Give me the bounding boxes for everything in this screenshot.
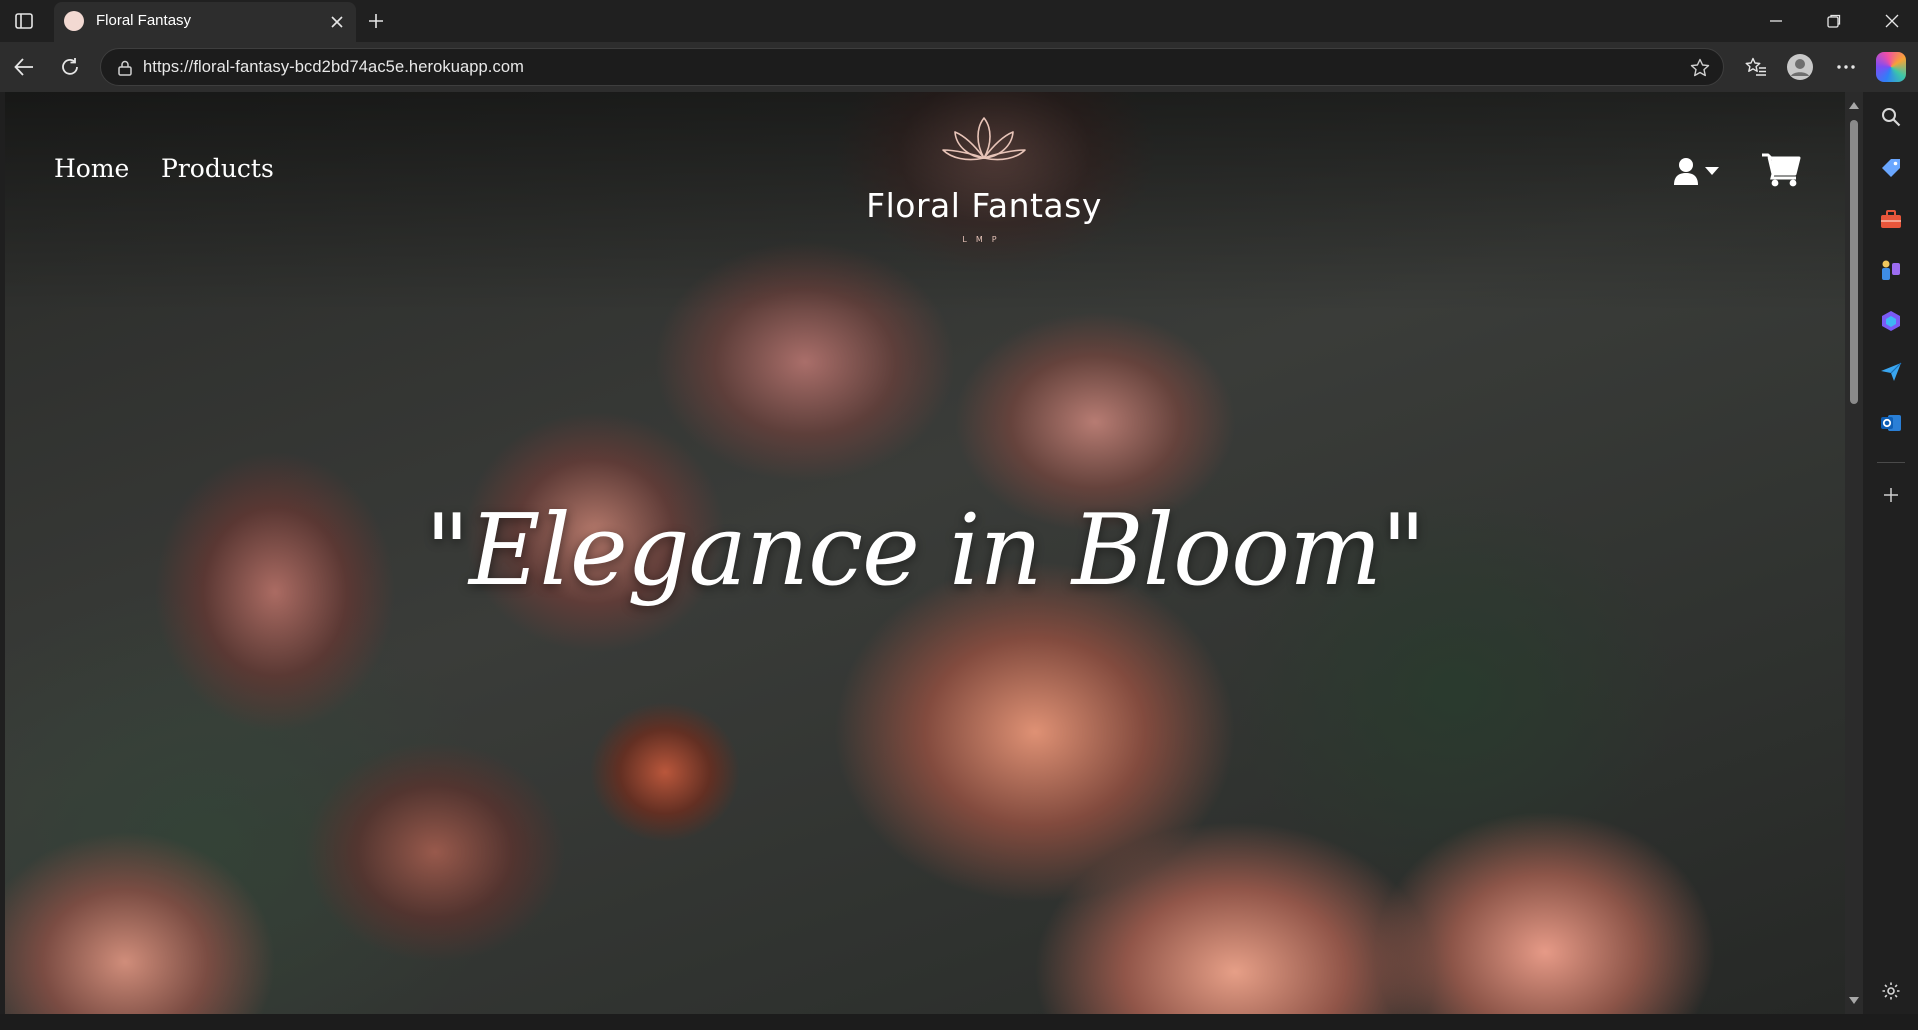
shopping-tag-icon[interactable] <box>1876 153 1906 183</box>
flower-favicon-icon <box>64 11 84 31</box>
minimize-icon[interactable] <box>1758 6 1794 36</box>
refresh-icon[interactable] <box>54 52 86 82</box>
games-icon[interactable] <box>1876 255 1906 285</box>
tab-floral-fantasy[interactable]: Floral Fantasy <box>54 2 356 42</box>
lotus-icon <box>942 117 1026 161</box>
star-icon[interactable] <box>1689 57 1711 79</box>
more-icon[interactable] <box>1830 52 1862 82</box>
search-icon[interactable] <box>1876 102 1906 132</box>
caret-down-icon[interactable] <box>1705 167 1719 175</box>
tools-icon[interactable] <box>1876 204 1906 234</box>
outlook-icon[interactable] <box>1876 408 1906 438</box>
scroll-down-arrow-icon[interactable] <box>1849 997 1859 1004</box>
user-account-menu[interactable] <box>1673 154 1729 188</box>
logo-name: Floral Fantasy <box>866 186 1102 225</box>
browser-toolbar: https://floral-fantasy-bcd2bd74ac5e.hero… <box>0 42 1918 92</box>
user-icon[interactable] <box>1673 157 1699 185</box>
microsoft365-icon[interactable] <box>1876 306 1906 336</box>
page-scrollbar[interactable] <box>1845 92 1863 1014</box>
settings-icon[interactable] <box>1876 976 1906 1006</box>
address-bar[interactable]: https://floral-fantasy-bcd2bd74ac5e.hero… <box>100 48 1724 86</box>
edge-sidebar <box>1863 92 1918 1014</box>
nav-products-link[interactable]: Products <box>161 154 274 183</box>
url-text[interactable]: https://floral-fantasy-bcd2bd74ac5e.hero… <box>143 58 524 77</box>
plus-icon[interactable] <box>362 8 390 34</box>
bottom-status-strip <box>0 1014 1918 1030</box>
browser-tab-bar: Floral Fantasy <box>0 0 1918 42</box>
restore-icon[interactable] <box>1816 6 1852 36</box>
lock-icon[interactable] <box>115 58 135 78</box>
site-logo[interactable]: Floral Fantasy LMP <box>857 114 1111 244</box>
add-icon[interactable] <box>1876 480 1906 510</box>
hero-quote: "Elegance in Bloom" <box>424 494 1426 608</box>
scroll-up-arrow-icon[interactable] <box>1849 102 1859 109</box>
sidebar-divider <box>1877 462 1905 463</box>
tab-title: Floral Fantasy <box>96 12 192 29</box>
favorites-icon[interactable] <box>1740 52 1772 82</box>
profile-icon[interactable] <box>1784 52 1816 82</box>
nav-home-link[interactable]: Home <box>54 154 129 183</box>
page-viewport: Home Products Floral Fantasy LMP "Elegan… <box>5 92 1845 1014</box>
sidebar-toggle-icon[interactable] <box>10 8 38 34</box>
send-icon[interactable] <box>1876 357 1906 387</box>
window-close-icon[interactable] <box>1874 6 1910 36</box>
close-icon[interactable] <box>326 11 348 33</box>
logo-tagline: LMP <box>962 235 1006 244</box>
back-arrow-icon[interactable] <box>8 52 40 82</box>
scrollbar-thumb[interactable] <box>1850 120 1858 404</box>
cart-icon[interactable] <box>1761 152 1801 188</box>
copilot-icon[interactable] <box>1876 52 1906 82</box>
